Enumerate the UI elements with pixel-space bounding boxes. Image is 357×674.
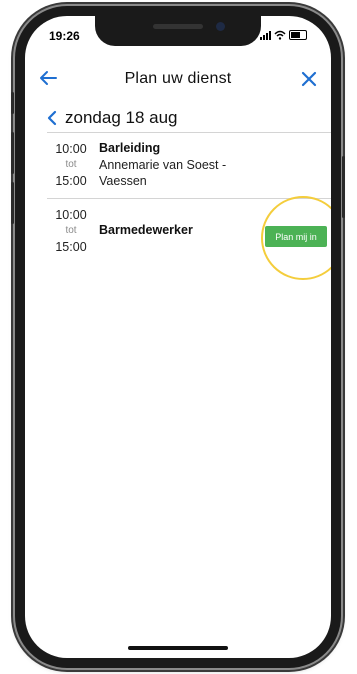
shift-times: 10:00 tot 15:00 [53,141,89,189]
shift-times: 10:00 tot 15:00 [53,207,89,255]
shift-person-line2: Vaessen [99,174,147,188]
date-nav[interactable]: zondag 18 aug [47,108,178,128]
highlight-circle [261,196,331,280]
home-indicator[interactable] [128,646,228,650]
shift-start: 10:00 [55,142,87,156]
camera [216,22,225,31]
volume-up-button [11,132,14,174]
shift-sep: tot [65,225,77,236]
shift-end: 15:00 [55,174,87,188]
signal-icon [260,30,271,40]
battery-icon [289,30,307,40]
volume-down-button [11,182,14,224]
speaker [153,24,203,29]
divider [47,132,331,133]
header: Plan uw dienst [25,66,331,96]
shift-start: 10:00 [55,208,87,222]
shift-sep: tot [65,159,77,170]
phone-frame: 19:26 Plan uw dienst zondag 18 aug 10:00… [11,6,345,668]
shift-person-line1: Annemarie van Soest - [99,158,227,172]
mute-switch [11,92,14,114]
screen: 19:26 Plan uw dienst zondag 18 aug 10:00… [25,16,331,658]
power-button [342,156,345,218]
date-label: zondag 18 aug [65,108,178,127]
shift-row[interactable]: 10:00 tot 15:00 Barleiding Annemarie van… [47,140,331,196]
wifi-icon [274,30,286,40]
shift-role: Barleiding [99,141,161,155]
shift-role: Barmedewerker [99,223,193,237]
shift-end: 15:00 [55,240,87,254]
notch [95,16,261,46]
status-icons [260,30,307,40]
page-title: Plan uw dienst [124,70,232,87]
shift-person: Annemarie van Soest - Vaessen [99,157,269,189]
status-time: 19:26 [49,29,80,43]
close-icon[interactable] [301,71,317,87]
chevron-left-icon[interactable] [47,110,57,126]
